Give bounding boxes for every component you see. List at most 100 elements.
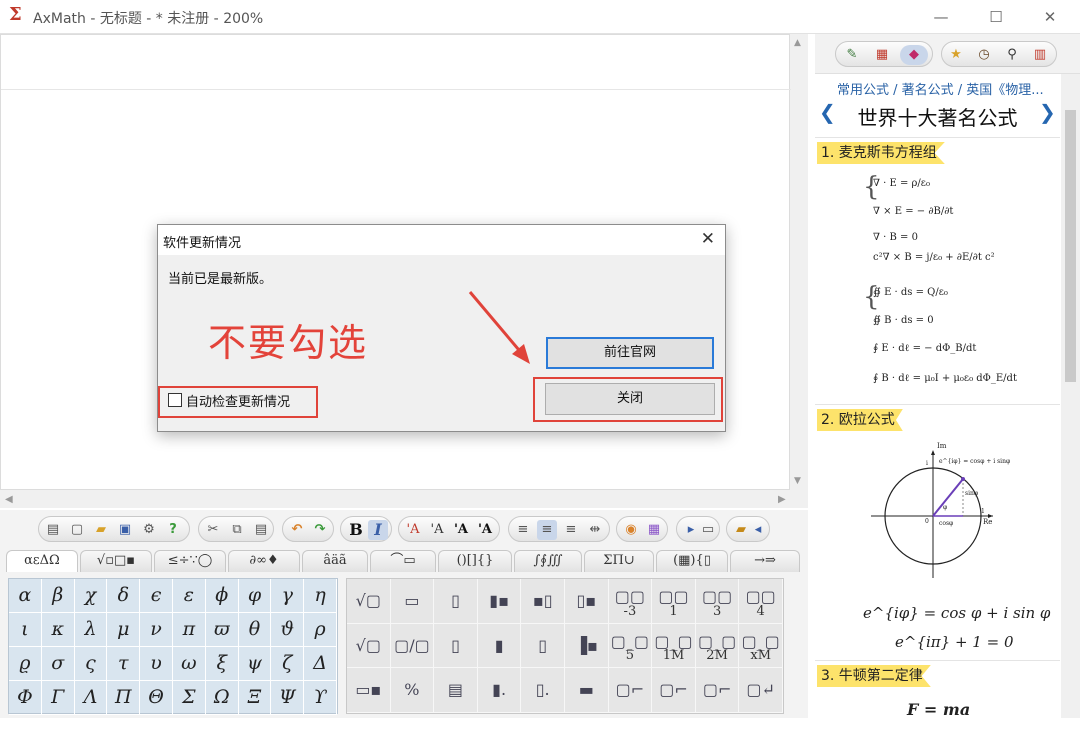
greek-key[interactable]: ω bbox=[172, 647, 206, 681]
greek-key[interactable]: α bbox=[9, 579, 42, 613]
bold-button[interactable]: B bbox=[346, 520, 366, 540]
template-key[interactable]: ▯ bbox=[521, 623, 565, 669]
greek-key[interactable]: κ bbox=[41, 613, 75, 647]
template-key[interactable]: ▢_▢ 2M bbox=[695, 623, 740, 669]
align-center-icon[interactable]: ≡ bbox=[537, 520, 557, 540]
new-file-icon[interactable]: ▢ bbox=[67, 520, 87, 540]
eraser-icon[interactable]: ◆ bbox=[900, 45, 928, 65]
font-style-a1-button[interactable]: 'A bbox=[403, 520, 423, 540]
color-grid-icon[interactable]: ▦ bbox=[644, 520, 664, 540]
greek-key[interactable]: ϖ bbox=[205, 613, 239, 647]
greek-key[interactable]: ζ bbox=[271, 647, 305, 681]
euler-diagram[interactable]: Im Re e^{iφ} = cosφ + i sinφ sinφ cosφ φ… bbox=[867, 442, 1010, 580]
template-key[interactable]: √▢ bbox=[347, 579, 391, 624]
greek-key[interactable]: φ bbox=[238, 579, 272, 613]
greek-key[interactable]: Π bbox=[107, 681, 141, 715]
tab-relations[interactable]: ≤÷∵◯ bbox=[154, 550, 226, 572]
euler-identity[interactable]: e^{iπ} + 1 = 0 bbox=[895, 633, 1013, 651]
greek-key[interactable]: μ bbox=[107, 613, 141, 647]
template-key[interactable]: ▯ bbox=[434, 623, 478, 669]
tab-roots-fractions[interactable]: √▫□▪ bbox=[80, 550, 152, 572]
template-key[interactable]: ▯▪ bbox=[564, 579, 609, 624]
visit-website-button[interactable]: 前往官网 bbox=[546, 337, 714, 369]
euler-formula[interactable]: e^{iφ} = cos φ + i sin φ bbox=[863, 604, 1050, 622]
template-key[interactable]: ▤ bbox=[434, 668, 478, 713]
tab-accents[interactable]: âäã bbox=[302, 550, 368, 572]
close-window-button[interactable]: ✕ bbox=[1035, 4, 1065, 30]
template-key[interactable]: ▢_▢ 1M bbox=[652, 623, 696, 669]
minimize-button[interactable]: — bbox=[926, 4, 956, 30]
newton-formula[interactable]: F = ma bbox=[907, 700, 970, 719]
greek-key[interactable]: ς bbox=[74, 647, 108, 681]
export-arrow-icon[interactable]: ◂ bbox=[748, 520, 768, 540]
greek-key[interactable]: ξ bbox=[205, 647, 239, 681]
tab-sums-products[interactable]: ΣΠ∪ bbox=[584, 550, 654, 572]
save-icon[interactable]: ▣ bbox=[115, 520, 135, 540]
dialog-close-icon[interactable]: ✕ bbox=[701, 229, 715, 249]
greek-key[interactable]: Δ bbox=[304, 647, 337, 681]
star-icon[interactable]: ★ bbox=[946, 45, 966, 65]
open-folder-icon[interactable]: ▰ bbox=[91, 520, 111, 540]
greek-key[interactable]: π bbox=[172, 613, 206, 647]
breadcrumb[interactable]: 常用公式 / 著名公式 / 英国《物理... bbox=[837, 79, 1044, 98]
template-key[interactable]: ▭▪ bbox=[347, 668, 391, 713]
template-key[interactable]: ▢▢ 4 bbox=[739, 579, 783, 624]
scroll-up-icon[interactable]: ▲ bbox=[794, 38, 801, 48]
template-key[interactable]: ▮. bbox=[477, 668, 522, 713]
library-scrollbar[interactable] bbox=[1061, 74, 1080, 718]
code-icon[interactable]: ▭ bbox=[698, 520, 718, 540]
template-key[interactable]: ▢/▢ bbox=[390, 623, 435, 669]
template-key[interactable]: ▢⌐ bbox=[608, 668, 653, 713]
template-key[interactable]: ▮▪ bbox=[477, 579, 522, 624]
align-left-icon[interactable]: ≡ bbox=[513, 520, 533, 540]
editor-horizontal-scrollbar[interactable]: ◀ ▶ bbox=[0, 494, 808, 508]
greek-key[interactable]: Λ bbox=[74, 681, 108, 715]
greek-key[interactable]: ϑ bbox=[271, 613, 305, 647]
greek-key[interactable]: η bbox=[304, 579, 337, 613]
search-icon[interactable]: ⚲ bbox=[1002, 45, 1022, 65]
maximize-button[interactable]: ☐ bbox=[981, 4, 1011, 30]
template-key[interactable]: ▢▢ 1 bbox=[652, 579, 696, 624]
tab-arrows[interactable]: →⇒ bbox=[730, 550, 800, 572]
template-key[interactable]: ▢↵ bbox=[739, 668, 783, 713]
align-equals-icon[interactable]: ⇹ bbox=[585, 520, 605, 540]
template-key[interactable]: % bbox=[390, 668, 435, 713]
greek-key[interactable]: θ bbox=[238, 613, 272, 647]
greek-key[interactable]: ι bbox=[9, 613, 42, 647]
scroll-down-icon[interactable]: ▼ bbox=[794, 476, 801, 486]
scroll-left-icon[interactable]: ◀ bbox=[5, 494, 13, 505]
library-scroll-thumb[interactable] bbox=[1065, 110, 1076, 382]
tab-integrals[interactable]: ∫∮∭ bbox=[514, 550, 582, 572]
tab-greek[interactable]: αεΔΩ bbox=[6, 550, 78, 574]
template-key[interactable]: ▬ bbox=[564, 668, 609, 713]
greek-key[interactable]: Σ bbox=[172, 681, 206, 715]
template-key[interactable]: ▢_▢ 5 bbox=[608, 623, 653, 669]
cut-icon[interactable]: ✂ bbox=[203, 520, 223, 540]
greek-key[interactable]: Ω bbox=[205, 681, 239, 715]
brush-icon[interactable]: ✎ bbox=[842, 45, 862, 65]
greek-key[interactable]: Φ bbox=[9, 681, 42, 715]
greek-key[interactable]: ε bbox=[172, 579, 206, 613]
tab-misc-symbols[interactable]: ∂∞♦ bbox=[228, 550, 300, 572]
editor-vertical-scrollbar[interactable]: ▲ ▼ bbox=[791, 34, 808, 494]
paste-icon[interactable]: ▤ bbox=[251, 520, 271, 540]
greek-key[interactable]: ψ bbox=[238, 647, 272, 681]
new-menu-icon[interactable]: ▤ bbox=[43, 520, 63, 540]
grid-icon[interactable]: ▦ bbox=[872, 45, 892, 65]
redo-icon[interactable]: ↷ bbox=[310, 520, 330, 540]
greek-key[interactable]: Θ bbox=[140, 681, 173, 715]
greek-key[interactable]: ϱ bbox=[9, 647, 42, 681]
template-key[interactable]: ▢⌐ bbox=[695, 668, 740, 713]
books-icon[interactable]: ▥ bbox=[1030, 45, 1050, 65]
greek-key[interactable]: ϕ bbox=[205, 579, 239, 613]
greek-key[interactable]: ϵ bbox=[140, 579, 173, 613]
settings-gear-icon[interactable]: ⚙ bbox=[139, 520, 159, 540]
greek-key[interactable]: λ bbox=[74, 613, 108, 647]
color-wheel-icon[interactable]: ◉ bbox=[621, 520, 641, 540]
template-key[interactable]: ▐▪ bbox=[564, 623, 609, 669]
template-key[interactable]: ▪▯ bbox=[521, 579, 565, 624]
italic-button[interactable]: I bbox=[368, 520, 388, 540]
template-key[interactable]: ▮ bbox=[477, 623, 522, 669]
template-key[interactable]: ▢▢ 3 bbox=[695, 579, 740, 624]
greek-key[interactable]: ν bbox=[140, 613, 173, 647]
